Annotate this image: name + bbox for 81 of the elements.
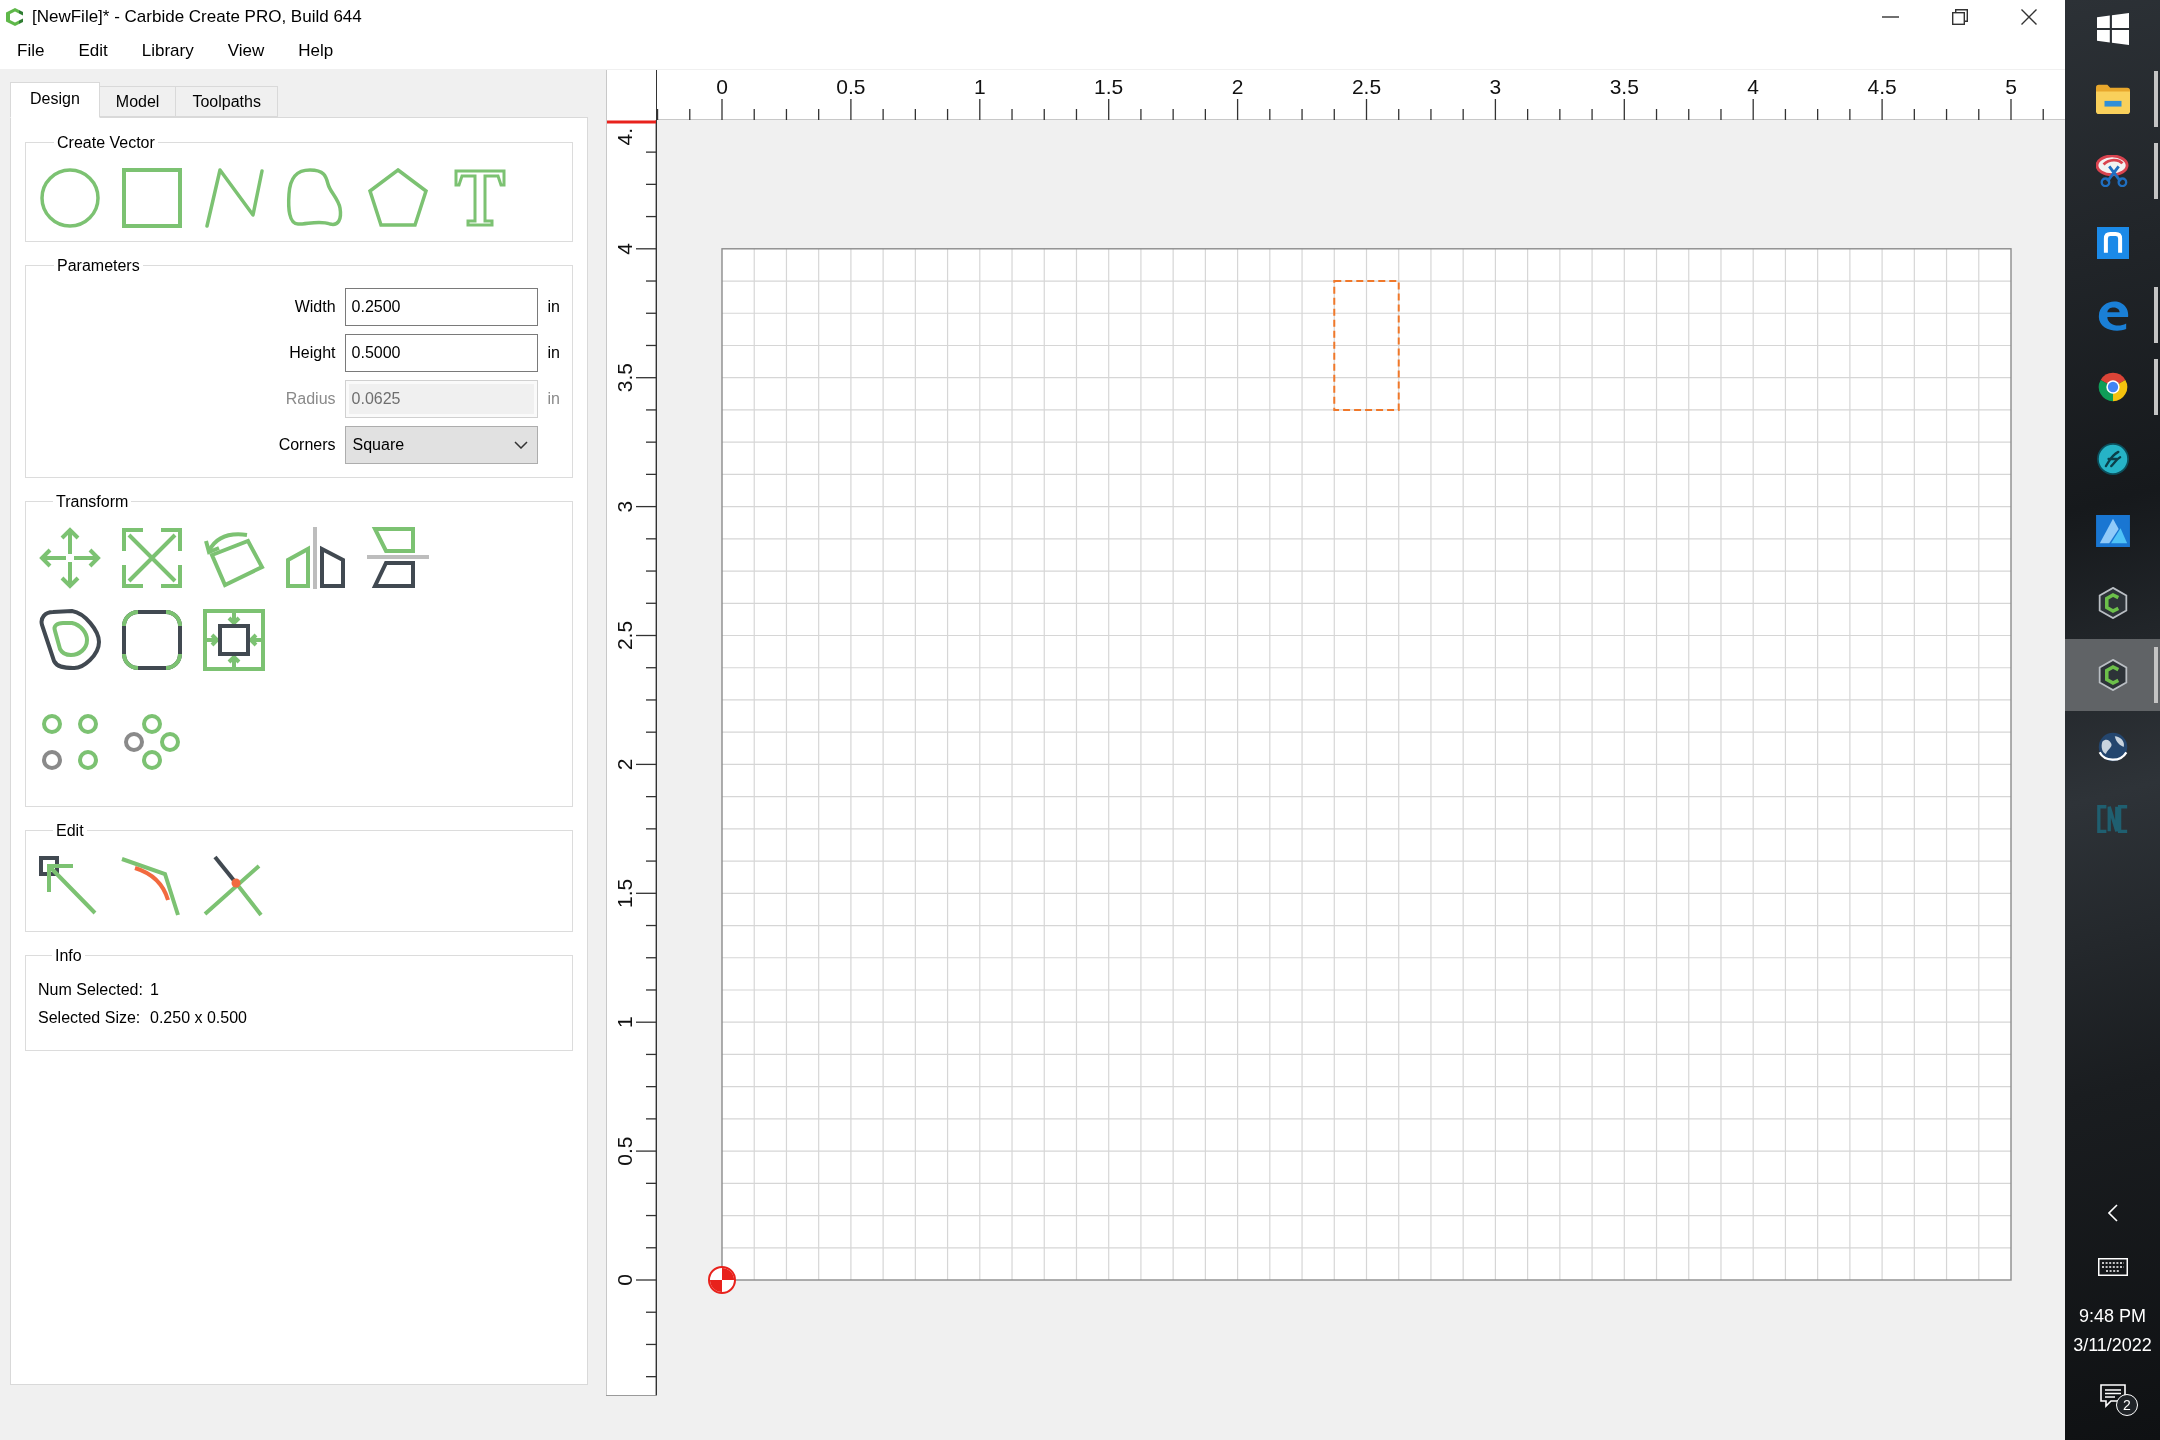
ruler-label: 3.5 (612, 363, 636, 393)
taskbar-button[interactable] (2065, 639, 2160, 711)
ruler-label: 4. (612, 128, 636, 146)
ruler-label: 1 (973, 75, 986, 98)
ruler-label: 4 (1747, 75, 1760, 98)
field-label: Width (294, 298, 336, 316)
field-label: Corners (278, 436, 336, 454)
menu-item[interactable]: Library (124, 36, 211, 66)
mirror-tool-icon[interactable] (285, 527, 347, 589)
flip-tool-icon[interactable] (367, 527, 429, 589)
trim-tool-icon[interactable] (203, 855, 265, 917)
center-align-tool-icon[interactable] (203, 609, 265, 671)
cursor-position-marker (607, 120, 656, 124)
rounded-corners-tool-icon[interactable] (121, 609, 183, 671)
ruler-label: 4.5 (1867, 75, 1897, 98)
info-label: Selected Size: (38, 1008, 142, 1028)
ruler-label: 0 (716, 75, 728, 98)
tab[interactable]: Design (10, 82, 100, 118)
app-logo-icon (6, 7, 23, 26)
corners-dropdown[interactable]: Square (344, 426, 538, 464)
windows-logo-icon (2095, 13, 2130, 45)
ruler-label: 0 (612, 1274, 636, 1286)
minimize-icon (1882, 15, 1899, 18)
tab[interactable]: Model (98, 86, 177, 117)
chevron-down-icon (513, 441, 528, 449)
ruler-label: 3 (612, 500, 636, 513)
menu-item[interactable]: Edit (61, 36, 125, 66)
group-title: Create Vector (56, 133, 156, 152)
ruler-label: 0.5 (612, 1136, 636, 1166)
chevron-left-icon (2107, 1204, 2118, 1222)
ruler-label: 2 (1231, 75, 1244, 98)
folder-icon (2095, 83, 2130, 115)
ruler-label: 1.5 (612, 878, 636, 908)
menu-item[interactable]: View (210, 36, 282, 66)
clock-date: 3/11/2022 (2073, 1334, 2152, 1357)
menu-item[interactable]: Help (281, 36, 351, 66)
ruler-label: 2 (612, 758, 636, 771)
ruler-label: 2.5 (612, 620, 636, 651)
fillet-tool-icon[interactable] (121, 855, 183, 917)
group-title: Info (54, 946, 83, 965)
offset-tool-icon[interactable] (39, 609, 101, 671)
ruler-label: 3.5 (1609, 75, 1639, 98)
number-field[interactable]: 0.5000 (344, 334, 538, 372)
group-title: Parameters (56, 256, 141, 275)
group-title: Edit (55, 821, 85, 840)
ruler-label: 2.5 (1351, 75, 1382, 98)
ruler-label: 0.5 (836, 75, 866, 98)
notifications-button[interactable]: 2 (2065, 1366, 2160, 1426)
field-label: Height (289, 344, 336, 362)
ruler-label: 3 (1489, 75, 1502, 98)
number-field[interactable]: 0.2500 (344, 288, 538, 326)
ruler-label: 1.5 (1094, 75, 1124, 98)
circle-swoosh-icon (2095, 443, 2130, 475)
circular-array-tool-icon[interactable] (124, 714, 180, 770)
field-label: Radius (285, 390, 336, 408)
group-title: Transform (55, 492, 130, 511)
taskbar-clock[interactable]: 9:48 PM 3/11/2022 (2065, 1298, 2160, 1366)
origin-marker-icon (708, 1266, 736, 1294)
close-icon (2020, 8, 2037, 25)
scissors-icon (2095, 155, 2130, 187)
info-value: 0.250 x 0.500 (150, 1008, 248, 1028)
tab[interactable]: Toolpaths (175, 86, 278, 117)
bracket-logo-icon (2095, 803, 2130, 835)
unit-label: in (547, 344, 560, 362)
triangle-tile-icon (2095, 515, 2130, 547)
grid-array-tool-icon[interactable] (42, 714, 98, 770)
notification-count: 2 (2116, 1394, 2138, 1416)
ruler-label: 1 (612, 1016, 636, 1029)
info-label: Num Selected: (38, 980, 144, 1000)
unit-label: in (547, 390, 560, 408)
unit-label: in (547, 298, 560, 316)
restore-icon (1951, 8, 1968, 25)
clock-time: 9:48 PM (2078, 1305, 2146, 1328)
info-value: 1 (150, 980, 160, 1000)
rectangle-shape[interactable] (1333, 280, 1400, 411)
arch-tile-icon (2095, 227, 2130, 259)
ruler-label: 5 (2005, 75, 2017, 98)
window-title: [NewFile]* - Carbide Create PRO, Build 644 (32, 6, 363, 27)
menu-item[interactable]: File (0, 36, 62, 66)
keyboard-icon (2097, 1258, 2128, 1276)
ruler-label: 4 (612, 242, 636, 255)
